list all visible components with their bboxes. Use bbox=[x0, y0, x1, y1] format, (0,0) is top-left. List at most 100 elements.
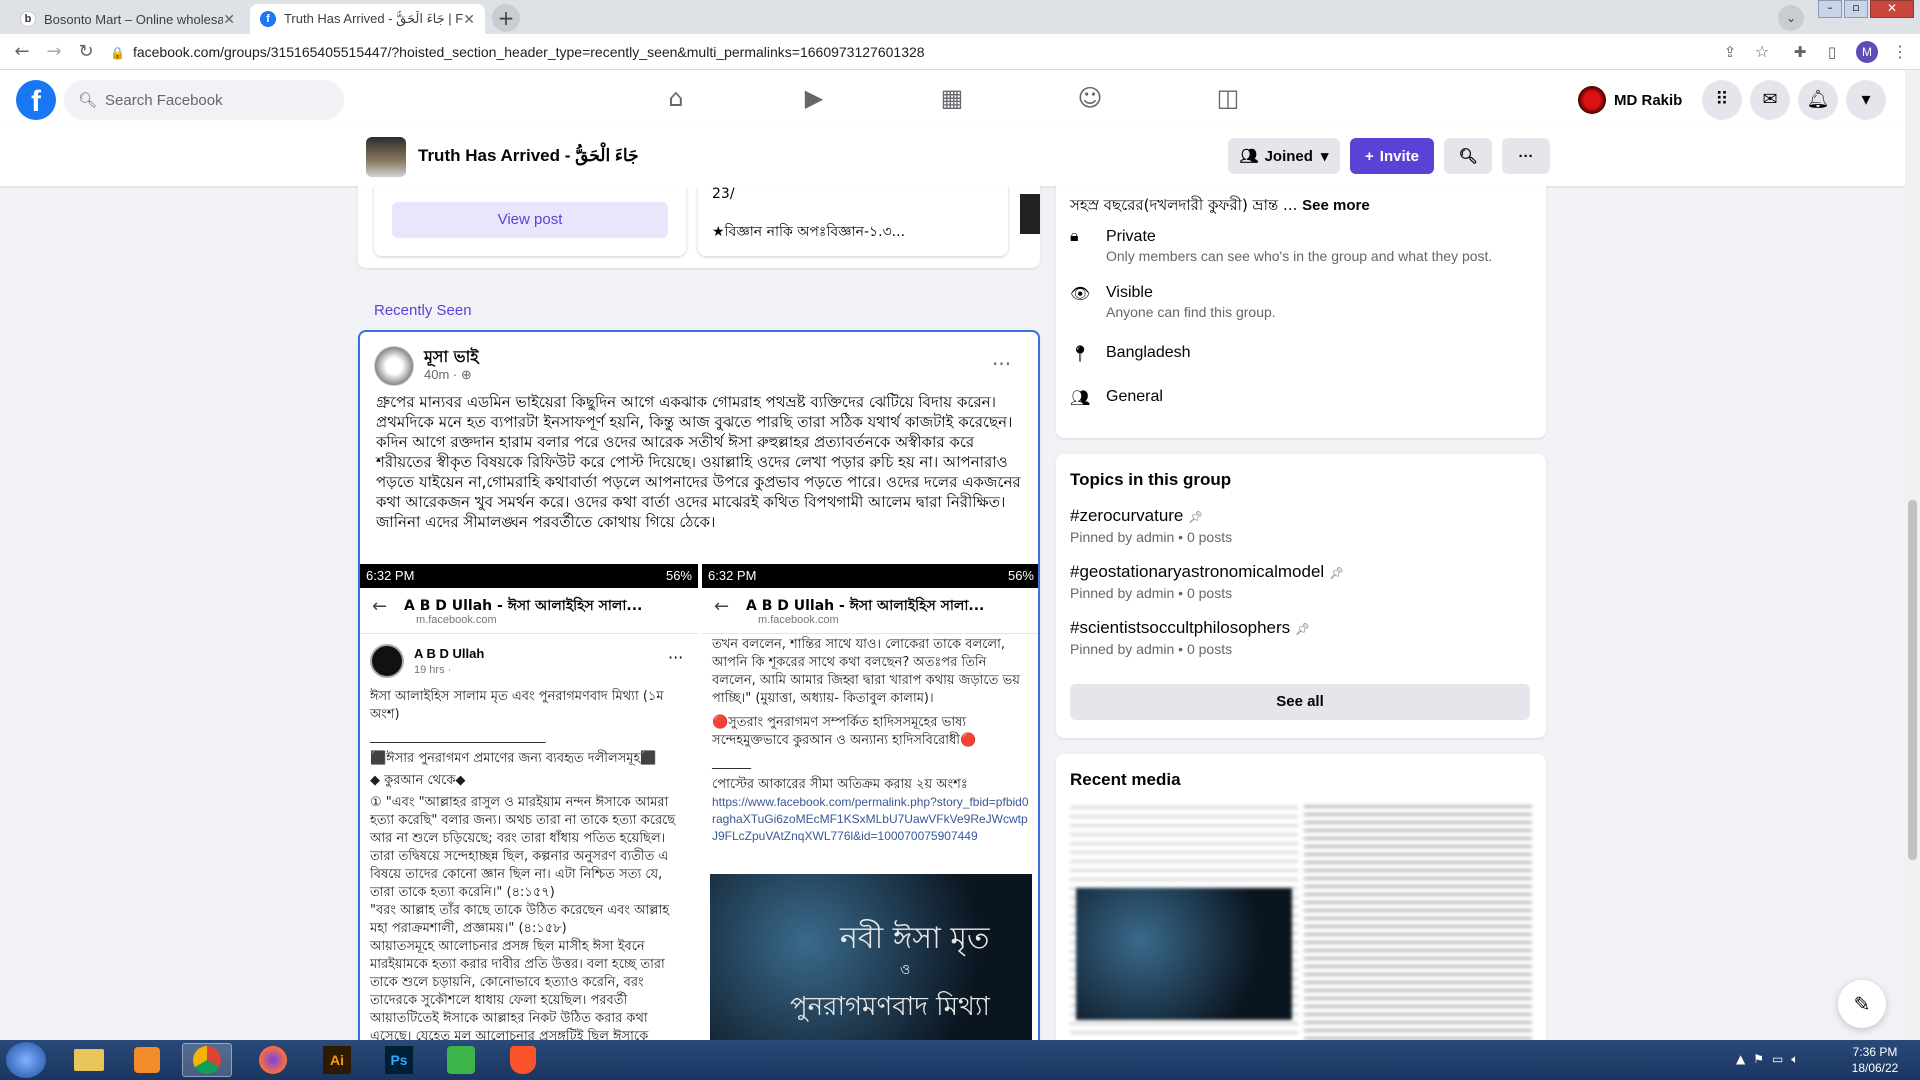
start-button[interactable] bbox=[6, 1042, 46, 1078]
groups-icon[interactable]: ☺ bbox=[1074, 84, 1106, 114]
visibility-sub: Anyone can find this group. bbox=[1106, 304, 1276, 320]
eye-icon: 👁︎ bbox=[1070, 286, 1091, 303]
chrome-icon bbox=[193, 1046, 221, 1074]
close-window-button[interactable]: ✕ bbox=[1870, 0, 1914, 18]
media-thumbnail[interactable] bbox=[1070, 800, 1298, 1040]
minimize-button[interactable]: – bbox=[1818, 0, 1842, 18]
pin-icon: 📌︎ bbox=[1328, 566, 1345, 580]
browser-tab-bosonto[interactable]: b Bosonto Mart – Online wholesale ✕ bbox=[10, 4, 245, 34]
view-post-button[interactable]: View post bbox=[392, 202, 668, 238]
close-icon[interactable]: ✕ bbox=[223, 11, 235, 28]
account-dropdown-icon[interactable]: ▾ bbox=[1846, 80, 1886, 120]
explorer-taskbar-icon[interactable] bbox=[64, 1043, 114, 1077]
new-message-button[interactable]: ✎ bbox=[1838, 980, 1886, 1028]
post-image-screenshot-2[interactable]: 6:32 PM 56% ← A B D Ullah - ঈসা আলাইহিস স… bbox=[702, 564, 1038, 1040]
close-icon[interactable]: ✕ bbox=[463, 11, 475, 28]
pin-icon: 📌︎ bbox=[1188, 510, 1204, 524]
chevron-down-icon: ▾ bbox=[1320, 148, 1329, 165]
topic-sub: Pinned by admin • 0 posts bbox=[1070, 641, 1233, 657]
bookmark-star-icon[interactable]: ☆ bbox=[1752, 42, 1772, 62]
topic-sub: Pinned by admin • 0 posts bbox=[1070, 585, 1233, 601]
recent-media-heading: Recent media bbox=[1070, 770, 1181, 789]
avatar[interactable] bbox=[374, 346, 414, 386]
see-more-link[interactable]: See more bbox=[1302, 197, 1370, 214]
new-tab-button[interactable]: + bbox=[492, 4, 520, 32]
clock[interactable]: 7:36 PM 18/06/22 bbox=[1840, 1044, 1910, 1076]
scrollbar-thumb[interactable] bbox=[1908, 500, 1917, 860]
facebook-top-nav: f 🔍︎ Search Facebook ⌂ ▶ ▦ ☺ ◫ MD Rakib … bbox=[0, 70, 1905, 128]
media-thumbnail[interactable] bbox=[1304, 800, 1532, 1040]
featured-card[interactable]: 23/ ★বিজ্ঞান নাকি অপঃবিজ্ঞান-১.৩... bbox=[698, 186, 1008, 256]
profile-avatar[interactable]: M bbox=[1856, 41, 1878, 63]
people-icon: 👥︎ bbox=[1070, 390, 1091, 407]
messenger-icon[interactable]: ✉ bbox=[1750, 80, 1790, 120]
group-cover-thumbnail[interactable] bbox=[366, 137, 406, 177]
see-all-button[interactable]: See all bbox=[1070, 684, 1530, 720]
featured-card: View post bbox=[374, 186, 686, 256]
compose-icon: ✎ bbox=[1853, 992, 1871, 1016]
recently-seen-label: Recently Seen bbox=[374, 302, 472, 319]
group-name[interactable]: Truth Has Arrived - جَاءَ الْحَقُّ bbox=[418, 146, 639, 166]
joined-label: Joined bbox=[1264, 147, 1313, 165]
visibility-item: 👁︎ Visible Anyone can find this group. bbox=[1070, 284, 1276, 320]
group-search-button[interactable]: 🔍︎ bbox=[1444, 138, 1492, 174]
firefox-taskbar-icon[interactable] bbox=[248, 1043, 298, 1077]
facebook-logo[interactable]: f bbox=[16, 80, 56, 120]
status-battery: 56% bbox=[665, 568, 692, 583]
chrome-taskbar-icon[interactable] bbox=[182, 1043, 232, 1077]
gaming-icon[interactable]: ◫ bbox=[1212, 84, 1244, 114]
browser-tab-facebook[interactable]: f Truth Has Arrived - جَاءَ الْحَقُّ | F… bbox=[250, 4, 485, 34]
tab-title: Truth Has Arrived - جَاءَ الْحَقُّ | Fac… bbox=[283, 11, 464, 26]
permalink-link: https://www.facebook.com/permalink.php?s… bbox=[712, 795, 1029, 843]
poster-name: A B D Ullah bbox=[414, 646, 485, 661]
notifications-bell-icon[interactable]: 🔔︎ bbox=[1798, 80, 1838, 120]
forward-icon[interactable]: → bbox=[44, 42, 64, 62]
group-more-button[interactable]: ··· bbox=[1502, 138, 1550, 174]
lock-icon: 🔒 bbox=[110, 46, 125, 60]
text-line: ① "এবং "আল্লাহর রাসুল ও মারইয়াম নন্দন ঈ… bbox=[370, 795, 676, 900]
extensions-icon[interactable]: ✚ bbox=[1790, 42, 1810, 62]
joined-button[interactable]: 👥︎ Joined ▾ bbox=[1228, 138, 1340, 174]
text-line: পোস্টের আকারের সীমা অতিক্রম করায় ২য় অং… bbox=[712, 777, 968, 792]
invite-button[interactable]: + Invite bbox=[1350, 138, 1434, 174]
status-battery: 56% bbox=[1007, 568, 1034, 583]
status-time: 6:32 PM bbox=[708, 568, 757, 583]
back-icon[interactable]: ← bbox=[12, 42, 32, 62]
brave-taskbar-icon[interactable] bbox=[498, 1043, 548, 1077]
marketplace-icon[interactable]: ▦ bbox=[936, 84, 968, 114]
home-icon[interactable]: ⌂ bbox=[660, 84, 692, 114]
menu-kebab-icon[interactable]: ⋮ bbox=[1890, 42, 1910, 62]
menu-grid-icon[interactable]: ⠿ bbox=[1702, 80, 1742, 120]
brave-icon bbox=[510, 1046, 536, 1074]
mobile-header: ← A B D Ullah - ঈসা আলাইহিস সালা... m.fa… bbox=[360, 588, 698, 634]
topic-tag: #zerocurvature bbox=[1070, 506, 1184, 525]
page-scrollbar[interactable] bbox=[1905, 70, 1920, 1040]
reload-icon[interactable]: ↻ bbox=[76, 42, 96, 62]
media-player-taskbar-icon[interactable] bbox=[122, 1043, 172, 1077]
user-profile-chip[interactable]: MD Rakib bbox=[1578, 82, 1682, 118]
tray-icons[interactable]: ▲⚑▭🔈︎ bbox=[1736, 1052, 1807, 1067]
post-card: মূসা ভাই 40m · ⊕ ··· গ্রুপের মান্যবর এডম… bbox=[358, 330, 1040, 1040]
mobile-header-domain: m.facebook.com bbox=[758, 614, 839, 626]
search-input[interactable]: 🔍︎ Search Facebook bbox=[64, 80, 344, 120]
topic-tag: #scientistsoccultphilosophers bbox=[1070, 618, 1291, 637]
maximize-button[interactable]: ▫ bbox=[1844, 0, 1868, 18]
share-icon[interactable]: ⇪ bbox=[1720, 42, 1740, 62]
watch-icon[interactable]: ▶ bbox=[798, 84, 830, 114]
about-text: সহস্র বছরের(দখলদারী কুফরী) ভ্রান্ত ... bbox=[1070, 196, 1298, 214]
graphic-title: নবী ঈসা মৃত bbox=[840, 921, 990, 956]
topic-item[interactable]: #geostationaryastronomicalmodel 📌︎ Pinne… bbox=[1070, 562, 1344, 601]
url-field[interactable]: 🔒 facebook.com/groups/315165405515447/?ho… bbox=[110, 40, 1710, 64]
camtasia-taskbar-icon[interactable] bbox=[436, 1043, 486, 1077]
photoshop-taskbar-icon[interactable]: Ps bbox=[374, 1043, 424, 1077]
tab-search-button[interactable]: ⌄ bbox=[1778, 5, 1804, 31]
illustrator-taskbar-icon[interactable]: Ai bbox=[312, 1043, 362, 1077]
post-options-icon[interactable]: ··· bbox=[992, 352, 1011, 376]
topic-item[interactable]: #scientistsoccultphilosophers 📌︎ Pinned … bbox=[1070, 618, 1310, 657]
post-timestamp[interactable]: 40m · bbox=[424, 367, 457, 382]
post-image-screenshot-1[interactable]: 6:32 PM 56% ← A B D Ullah - ঈসা আলাইহিস স… bbox=[360, 564, 698, 1040]
sidebar-icon[interactable]: ▯ bbox=[1822, 42, 1842, 62]
search-placeholder: Search Facebook bbox=[105, 91, 223, 109]
topic-item[interactable]: #zerocurvature 📌︎ Pinned by admin • 0 po… bbox=[1070, 506, 1232, 545]
screenshot-text: তখন বললেন, শান্তির সাথে যাও। লোকেরা তাকে… bbox=[704, 636, 1038, 845]
